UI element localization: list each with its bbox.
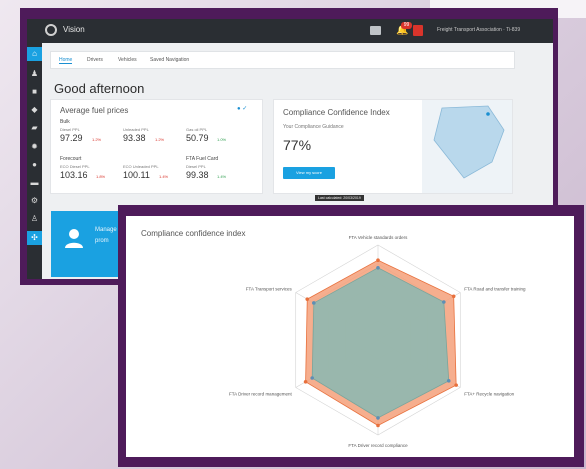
radar-data-point bbox=[312, 301, 316, 305]
tab-drivers[interactable]: Drivers bbox=[87, 57, 103, 63]
nav-truck-icon[interactable]: ■ bbox=[27, 85, 42, 99]
radar-axis-label: FTA Driver record management bbox=[229, 392, 292, 397]
radar-axis-label: FTA Vehicle standards orders bbox=[349, 235, 408, 240]
user-account[interactable]: Freight Transport Association · Ti-839 bbox=[437, 27, 520, 33]
cci-card-title: Compliance Confidence Index bbox=[283, 108, 390, 117]
vision-logo-icon bbox=[45, 24, 57, 36]
edit-icon[interactable]: ● ✓ bbox=[237, 105, 247, 112]
radar-chart: FTA Vehicle standards orders FTA Road and… bbox=[229, 235, 526, 448]
greeting-heading: Good afternoon bbox=[54, 81, 145, 96]
fuel-label: Gas oil PPL bbox=[186, 127, 208, 132]
nav-tool-icon[interactable]: ⚙ bbox=[27, 194, 42, 208]
radar-data-point bbox=[376, 423, 380, 428]
manage-card-line1: Manage bbox=[95, 227, 117, 233]
radar-axis-label: FTA Transport services bbox=[246, 287, 293, 292]
nav-user-icon[interactable]: ♙ bbox=[27, 212, 42, 226]
cci-value: 77% bbox=[283, 137, 312, 153]
radar-data-point bbox=[376, 258, 380, 262]
fuel-change: 1.4% bbox=[217, 174, 227, 179]
fuel-change: 1.2% bbox=[92, 137, 102, 142]
radar-data-point bbox=[376, 416, 380, 420]
fuel-label: Diesel PPL bbox=[60, 127, 80, 132]
nav-vehicle-icon[interactable]: ▬ bbox=[27, 176, 42, 190]
fuel-value: 97.29 bbox=[60, 133, 83, 143]
section-fta-fuel-card: FTA Fuel Card bbox=[186, 156, 219, 162]
section-forecourt: Forecourt bbox=[60, 156, 82, 162]
radar-axis-label: FTA Driver record compliance bbox=[348, 443, 408, 448]
radar-axis-label: FTA+ Recycle navigation bbox=[464, 392, 514, 397]
tooltip: Last calculated: 20/03/2019 bbox=[315, 195, 364, 201]
fuel-prices-card: Average fuel prices ● ✓ Bulk Diesel PPL … bbox=[50, 99, 263, 194]
fuel-label: ECO Diesel PPL bbox=[60, 164, 90, 169]
radar-data-point bbox=[310, 376, 314, 380]
radar-data-point bbox=[305, 297, 310, 301]
fuel-value: 99.38 bbox=[186, 170, 209, 180]
nav-home-icon[interactable]: ⌂ bbox=[27, 47, 42, 61]
nav-gear-icon[interactable]: ✹ bbox=[27, 140, 42, 154]
fuel-change: 1.2% bbox=[155, 137, 165, 142]
tab-vehicles[interactable]: Vehicles bbox=[118, 57, 137, 63]
view-score-button[interactable]: View my score bbox=[283, 167, 335, 179]
radar-data-point bbox=[446, 379, 451, 383]
nav-card-icon[interactable]: ▰ bbox=[27, 121, 42, 135]
tab-saved-navigation[interactable]: Saved Navigation bbox=[150, 57, 189, 63]
mini-radar-point bbox=[486, 112, 490, 116]
alert-icon[interactable] bbox=[413, 25, 423, 36]
fuel-card-title: Average fuel prices bbox=[60, 106, 129, 115]
compliance-card: Compliance Confidence Index Your Complia… bbox=[273, 99, 513, 194]
fuel-change: 1.4% bbox=[159, 174, 169, 179]
nav-chat-icon[interactable]: ● bbox=[27, 158, 42, 172]
notification-badge: 99 bbox=[401, 22, 412, 29]
fuel-label: Diesel PPL bbox=[186, 164, 206, 169]
radar-data-point bbox=[376, 266, 380, 270]
nav-shirt-icon[interactable]: ◆ bbox=[27, 103, 42, 117]
fuel-change: 1.8% bbox=[96, 174, 106, 179]
person-icon bbox=[65, 229, 83, 248]
radar-data-point bbox=[454, 383, 458, 387]
tab-bar: Home Drivers Vehicles Saved Navigation bbox=[50, 51, 515, 69]
app-name: Vision bbox=[63, 25, 85, 34]
mini-radar-chart bbox=[422, 100, 512, 193]
tab-home[interactable]: Home bbox=[59, 57, 73, 64]
fuel-label: ECO Unleaded PPL bbox=[123, 164, 159, 169]
radar-screen: Compliance confidence index FTA Vehicle … bbox=[126, 216, 574, 457]
fuel-value: 103.16 bbox=[60, 170, 88, 180]
radar-data-point bbox=[451, 294, 456, 299]
fuel-value: 50.79 bbox=[186, 133, 209, 143]
grid-icon[interactable] bbox=[370, 26, 381, 35]
nav-person-icon[interactable]: ♟ bbox=[27, 67, 42, 81]
radar-data-point bbox=[442, 300, 446, 304]
radar-data-point bbox=[303, 380, 308, 384]
fuel-change: 1.0% bbox=[217, 137, 227, 142]
section-bulk: Bulk bbox=[60, 119, 70, 125]
cci-subtitle: Your Compliance Guidance bbox=[283, 124, 344, 130]
top-bar: Vision 🔔 99 Freight Transport Associatio… bbox=[27, 19, 553, 43]
side-nav: ⌂ ♟ ■ ◆ ▰ ✹ ● ▬ ⚙ ♙ ✣ bbox=[27, 43, 42, 279]
fuel-value: 93.38 bbox=[123, 133, 146, 143]
radar-axis-label: FTA Road and transfer training bbox=[464, 287, 526, 292]
fuel-value: 100.11 bbox=[123, 170, 150, 180]
nav-network-icon[interactable]: ✣ bbox=[27, 231, 42, 245]
manage-card-line2: prom bbox=[95, 238, 109, 244]
fuel-label: Unleaded PPL bbox=[123, 127, 149, 132]
